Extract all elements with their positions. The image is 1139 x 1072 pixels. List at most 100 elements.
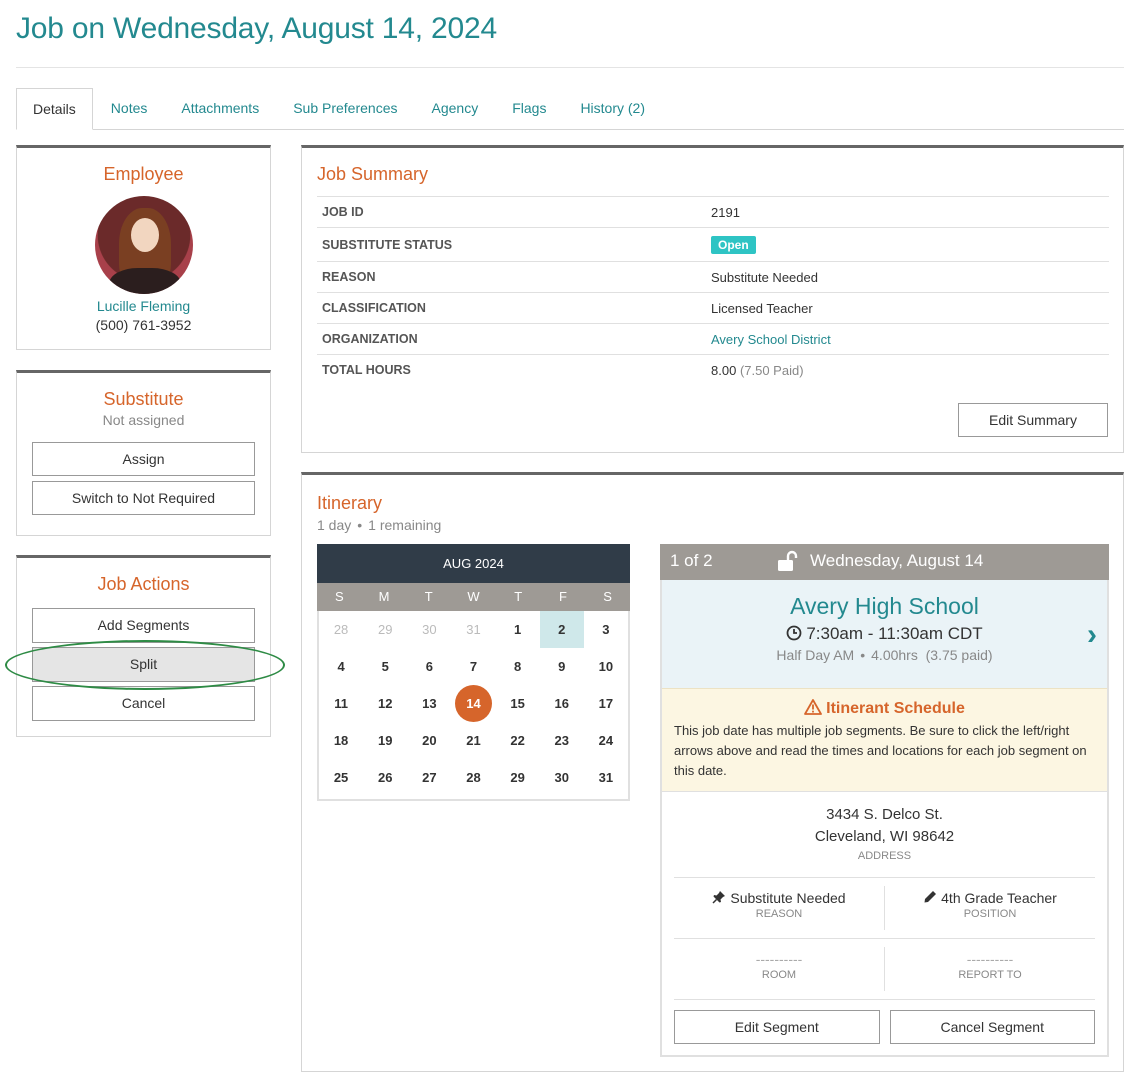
calendar-day[interactable]: 20 — [407, 722, 451, 759]
calendar-day[interactable]: 31 — [584, 759, 628, 796]
calendar-day[interactable]: 30 — [407, 611, 451, 648]
table-row: CLASSIFICATION Licensed Teacher — [317, 292, 1109, 324]
page-title: Job on Wednesday, August 14, 2024 — [16, 12, 497, 45]
calendar-day-number: 20 — [422, 733, 437, 748]
add-segments-button[interactable]: Add Segments — [32, 608, 255, 643]
calendar-day[interactable]: 11 — [319, 685, 363, 722]
status-badge: Open — [711, 235, 756, 254]
organization-link[interactable]: Avery School District — [711, 332, 831, 347]
next-segment-chevron-icon[interactable]: › — [1087, 618, 1097, 652]
calendar-day[interactable]: 17 — [584, 685, 628, 722]
calendar-day[interactable]: 10 — [584, 648, 628, 685]
job-actions-card: Job Actions Add Segments Split Cancel — [16, 555, 271, 737]
calendar-day[interactable]: 22 — [496, 722, 540, 759]
unlock-icon[interactable] — [776, 550, 798, 572]
switch-to-not-required-button[interactable]: Switch to Not Required — [32, 481, 255, 515]
calendar-day[interactable]: 2 — [539, 611, 584, 648]
calendar-day[interactable]: 19 — [363, 722, 407, 759]
calendar-day[interactable]: 28 — [319, 611, 363, 648]
employee-card: Employee Lucille Fleming (500) 761-3952 — [16, 145, 271, 350]
calendar-day-number: 15 — [510, 696, 525, 711]
calendar-day[interactable]: 21 — [451, 722, 495, 759]
calendar-day[interactable]: 29 — [496, 759, 540, 796]
calendar-grid: 28 29 30 31 1 2 3 4 5 6 7 8 9 10 11 12 13 14 15 16 17 18 19 20 2… — [319, 611, 628, 796]
tab-history[interactable]: History (2) — [564, 88, 661, 130]
calendar-day-number: 5 — [381, 659, 389, 674]
segment-header: 1 of 2 Wednesday, August 14 — [660, 544, 1109, 580]
calendar-day[interactable]: 4 — [319, 648, 363, 685]
calendar-day-number: 12 — [377, 696, 393, 711]
calendar-day[interactable]: 14 — [451, 685, 495, 722]
calendar-day[interactable]: 5 — [363, 648, 407, 685]
tab-details[interactable]: Details — [16, 88, 93, 130]
calendar-day-number: 2 — [558, 622, 566, 637]
calendar-day-number: 28 — [333, 622, 349, 637]
assign-button[interactable]: Assign — [32, 442, 255, 476]
calendar-day[interactable]: 27 — [407, 759, 451, 796]
calendar-month: AUG 2024 — [317, 544, 630, 583]
split-button[interactable]: Split — [32, 647, 255, 682]
calendar-day[interactable]: 30 — [540, 759, 584, 796]
calendar-day[interactable]: 31 — [451, 611, 495, 648]
calendar-day[interactable]: 8 — [496, 648, 540, 685]
job-id-label: JOB ID — [317, 196, 706, 228]
cancel-job-button[interactable]: Cancel — [32, 686, 255, 721]
pencil-icon — [924, 891, 937, 903]
bullet-separator: • — [860, 647, 866, 663]
itinerary-days: 1 day — [317, 517, 352, 533]
calendar-day[interactable]: 16 — [540, 685, 584, 722]
tab-attachments[interactable]: Attachments — [165, 88, 275, 130]
calendar-day-number: 1 — [514, 622, 522, 637]
calendar-day[interactable]: 7 — [451, 648, 495, 685]
calendar-day-number: 9 — [558, 659, 566, 674]
calendar-day[interactable]: 1 — [496, 611, 540, 648]
calendar-day[interactable]: 9 — [540, 648, 584, 685]
calendar-day-number: 19 — [377, 733, 393, 748]
calendar-day[interactable]: 25 — [319, 759, 363, 796]
segment-paid: (3.75 paid) — [925, 647, 993, 663]
weekday-label: T — [424, 589, 433, 604]
employee-name-link[interactable]: Lucille Fleming — [17, 298, 270, 314]
cancel-segment-button[interactable]: Cancel Segment — [889, 1010, 1095, 1044]
substitute-heading: Substitute — [103, 389, 184, 409]
calendar-day-number: 21 — [466, 733, 481, 748]
calendar-day[interactable]: 6 — [407, 648, 451, 685]
tab-agency[interactable]: Agency — [416, 88, 495, 130]
calendar-day[interactable]: 12 — [363, 685, 407, 722]
calendar-day[interactable]: 29 — [363, 611, 407, 648]
avatar[interactable] — [94, 196, 193, 294]
tab-flags[interactable]: Flags — [496, 88, 562, 130]
calendar-day[interactable]: 13 — [407, 685, 451, 722]
calendar-day-number: 3 — [602, 622, 610, 637]
calendar-day[interactable]: 18 — [319, 722, 363, 759]
calendar-day-number: 30 — [554, 770, 569, 785]
edit-segment-button[interactable]: Edit Segment — [674, 1010, 880, 1044]
tab-sub-preferences[interactable]: Sub Preferences — [277, 88, 413, 130]
tab-notes[interactable]: Notes — [95, 88, 164, 130]
edit-summary-button[interactable]: Edit Summary — [958, 403, 1108, 437]
calendar-day[interactable]: 24 — [584, 722, 628, 759]
calendar-day[interactable]: 26 — [363, 759, 407, 796]
segment-school-block: Avery High School 7:30am - 11:30am CDT H… — [662, 580, 1107, 688]
clock-icon — [786, 625, 802, 641]
calendar-day-number: 23 — [554, 733, 569, 748]
itinerary-remaining: 1 remaining — [368, 517, 442, 533]
reason-value: Substitute Needed — [706, 261, 1109, 293]
room-value: ---------- — [755, 951, 803, 967]
reason-caption: REASON — [755, 908, 803, 920]
table-row: REASON Substitute Needed — [317, 261, 1109, 293]
calendar-day[interactable]: 15 — [496, 685, 540, 722]
tab-bar: Details Notes Attachments Sub Preference… — [16, 88, 1124, 130]
total-hours-value: 8.00 — [711, 362, 737, 378]
weekday-label: T — [514, 589, 523, 604]
table-row: TOTAL HOURS 8.00 (7.50 Paid) — [317, 354, 1109, 386]
calendar-day[interactable]: 23 — [540, 722, 584, 759]
report-to-value: ---------- — [966, 951, 1014, 967]
calendar-day-number: 29 — [377, 622, 393, 637]
position-value: 4th Grade Teacher — [941, 890, 1057, 906]
calendar-day[interactable]: 28 — [451, 759, 495, 796]
segment-counter: 1 of 2 — [670, 551, 713, 570]
organization-label: ORGANIZATION — [317, 323, 706, 355]
calendar-day[interactable]: 3 — [584, 611, 628, 648]
table-row: SUBSTITUTE STATUS Open — [317, 227, 1109, 262]
